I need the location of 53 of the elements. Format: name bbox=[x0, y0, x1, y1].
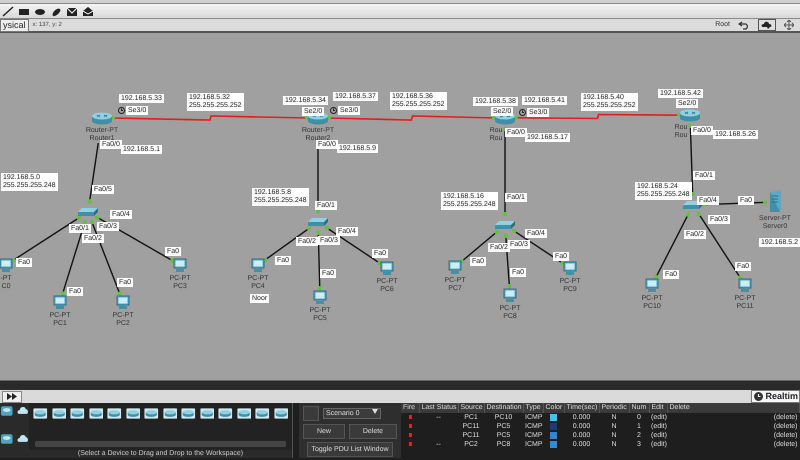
color-swatch bbox=[303, 406, 319, 421]
router-icon[interactable] bbox=[218, 407, 232, 420]
ethernet-cable bbox=[316, 230, 322, 290]
router-icon[interactable] bbox=[70, 407, 84, 420]
router-icon[interactable] bbox=[162, 407, 177, 420]
pc-icon[interactable] bbox=[738, 278, 752, 292]
pc-icon[interactable] bbox=[0, 258, 13, 272]
router-icon[interactable] bbox=[181, 407, 196, 420]
clock-icon bbox=[118, 107, 125, 114]
cloud-icon[interactable] bbox=[758, 19, 776, 31]
router-icon[interactable] bbox=[33, 407, 48, 420]
router-icon[interactable] bbox=[200, 407, 214, 420]
pc-icon[interactable] bbox=[503, 288, 517, 302]
open-envelope-icon[interactable] bbox=[82, 6, 94, 16]
device-category-icon[interactable] bbox=[1, 405, 12, 417]
mode-tab[interactable]: ysical bbox=[0, 18, 29, 32]
pc-icon[interactable] bbox=[116, 294, 130, 310]
router-icon[interactable] bbox=[236, 407, 251, 420]
router-icon[interactable] bbox=[255, 407, 270, 420]
router-icon[interactable] bbox=[144, 407, 158, 420]
pc-icon[interactable] bbox=[448, 260, 462, 274]
fast-forward-button[interactable] bbox=[2, 390, 22, 402]
pc-icon[interactable] bbox=[563, 260, 577, 276]
realtime-label: Realtim bbox=[765, 391, 798, 402]
pc-icon[interactable] bbox=[313, 290, 327, 304]
switch-icon[interactable] bbox=[494, 220, 516, 230]
pc-icon[interactable] bbox=[53, 294, 67, 310]
pc-icon[interactable] bbox=[251, 258, 265, 272]
switch-icon[interactable] bbox=[307, 217, 329, 227]
pc-icon[interactable] bbox=[380, 260, 394, 276]
router-icon[interactable] bbox=[126, 407, 140, 420]
back-icon[interactable] bbox=[738, 20, 750, 30]
router-icon[interactable] bbox=[107, 407, 122, 420]
router-icon[interactable] bbox=[88, 407, 103, 420]
caret-icon bbox=[372, 409, 378, 414]
router-icon[interactable] bbox=[274, 407, 288, 420]
pc-icon[interactable] bbox=[645, 278, 659, 292]
clock-icon bbox=[754, 392, 764, 401]
cloud-icon[interactable] bbox=[16, 433, 28, 445]
switch-icon[interactable] bbox=[77, 207, 99, 217]
cloud-icon[interactable] bbox=[16, 405, 28, 417]
freeform-icon[interactable] bbox=[50, 6, 62, 16]
device-category-icon[interactable] bbox=[1, 433, 12, 445]
fast-forward-icon bbox=[7, 393, 17, 400]
line-icon[interactable] bbox=[2, 6, 14, 16]
clock-icon bbox=[330, 107, 337, 114]
pc-icon[interactable] bbox=[173, 258, 187, 272]
scroll-bar[interactable] bbox=[0, 380, 800, 390]
realtime-tab[interactable]: Realtim bbox=[751, 390, 800, 403]
clock-icon bbox=[519, 109, 526, 116]
move-icon[interactable] bbox=[784, 20, 794, 30]
router-icon[interactable] bbox=[52, 407, 66, 420]
envelope-icon[interactable] bbox=[66, 6, 78, 16]
